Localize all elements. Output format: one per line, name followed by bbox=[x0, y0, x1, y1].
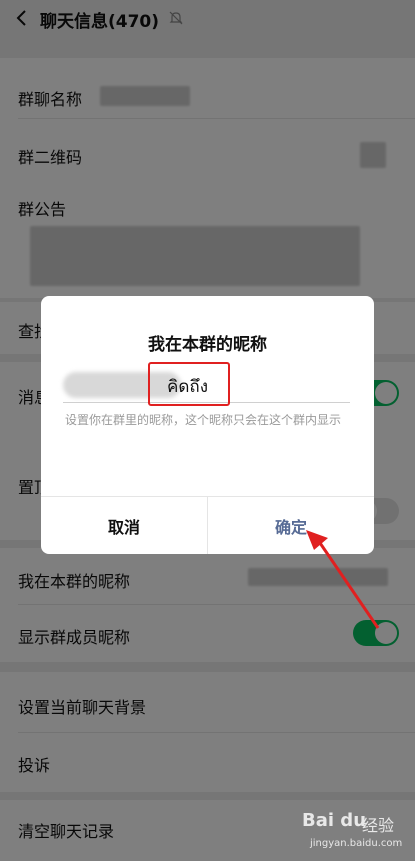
watermark: Bai du 经验 jingyan.baidu.com bbox=[300, 808, 410, 858]
watermark-url: jingyan.baidu.com bbox=[310, 838, 403, 849]
nickname-dialog: 我在本群的昵称 设置你在群里的昵称，这个昵称只会在这个群内显示 取消 确定 bbox=[41, 296, 374, 554]
cancel-button[interactable]: 取消 bbox=[41, 497, 207, 554]
dialog-hint: 设置你在群里的昵称，这个昵称只会在这个群内显示 bbox=[65, 413, 342, 427]
annotation-highlight-box bbox=[148, 362, 230, 406]
watermark-cn: 经验 bbox=[362, 816, 395, 835]
watermark-brand: Bai du bbox=[302, 810, 367, 831]
confirm-button[interactable]: 确定 bbox=[208, 497, 374, 554]
dialog-title: 我在本群的昵称 bbox=[148, 335, 267, 355]
